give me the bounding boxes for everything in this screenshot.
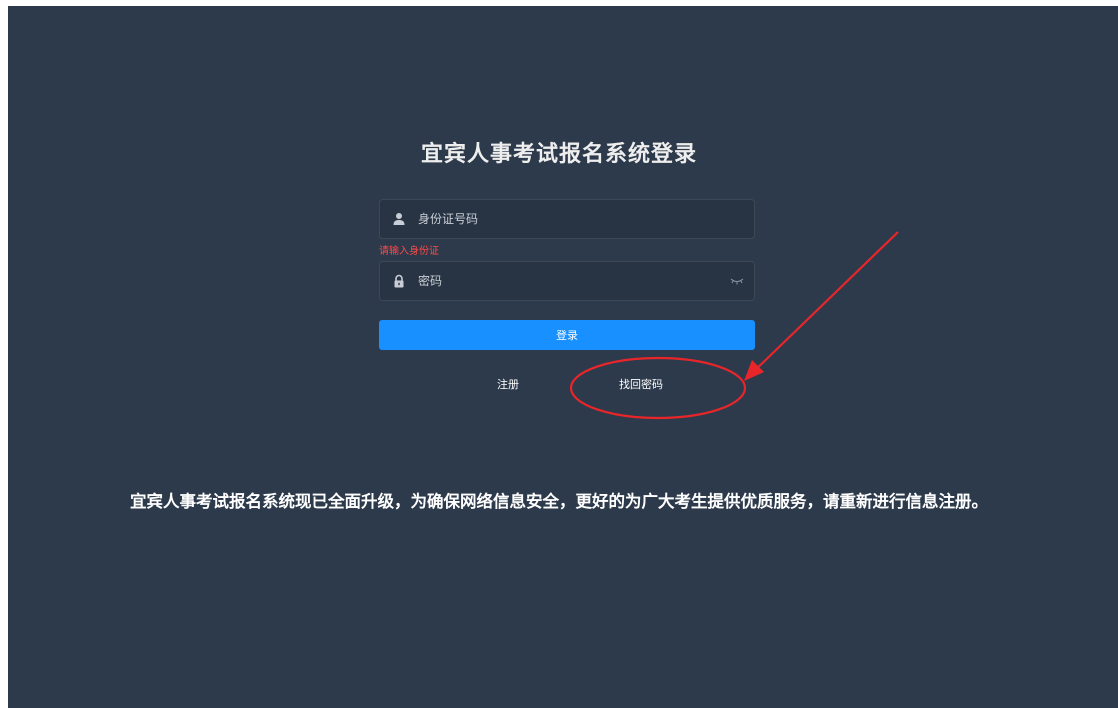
lock-icon [394,274,404,288]
login-button[interactable]: 登录 [379,320,755,350]
register-link[interactable]: 注册 [497,376,519,392]
password-input[interactable] [418,262,718,300]
eye-closed-icon[interactable] [730,276,744,286]
page-title: 宜宾人事考试报名系统登录 [420,142,697,167]
user-icon [393,213,405,225]
id-number-input[interactable] [418,200,718,238]
login-page-background [8,6,1118,708]
password-field[interactable] [379,261,755,301]
upgrade-notice: 宜宾人事考试报名系统现已全面升级，为确保网络信息安全，更好的为广大考生提供优质服… [130,492,988,511]
id-number-field[interactable] [379,199,755,239]
id-number-error: 请输入身份证 [379,246,439,257]
forgot-password-link[interactable]: 找回密码 [619,376,663,392]
